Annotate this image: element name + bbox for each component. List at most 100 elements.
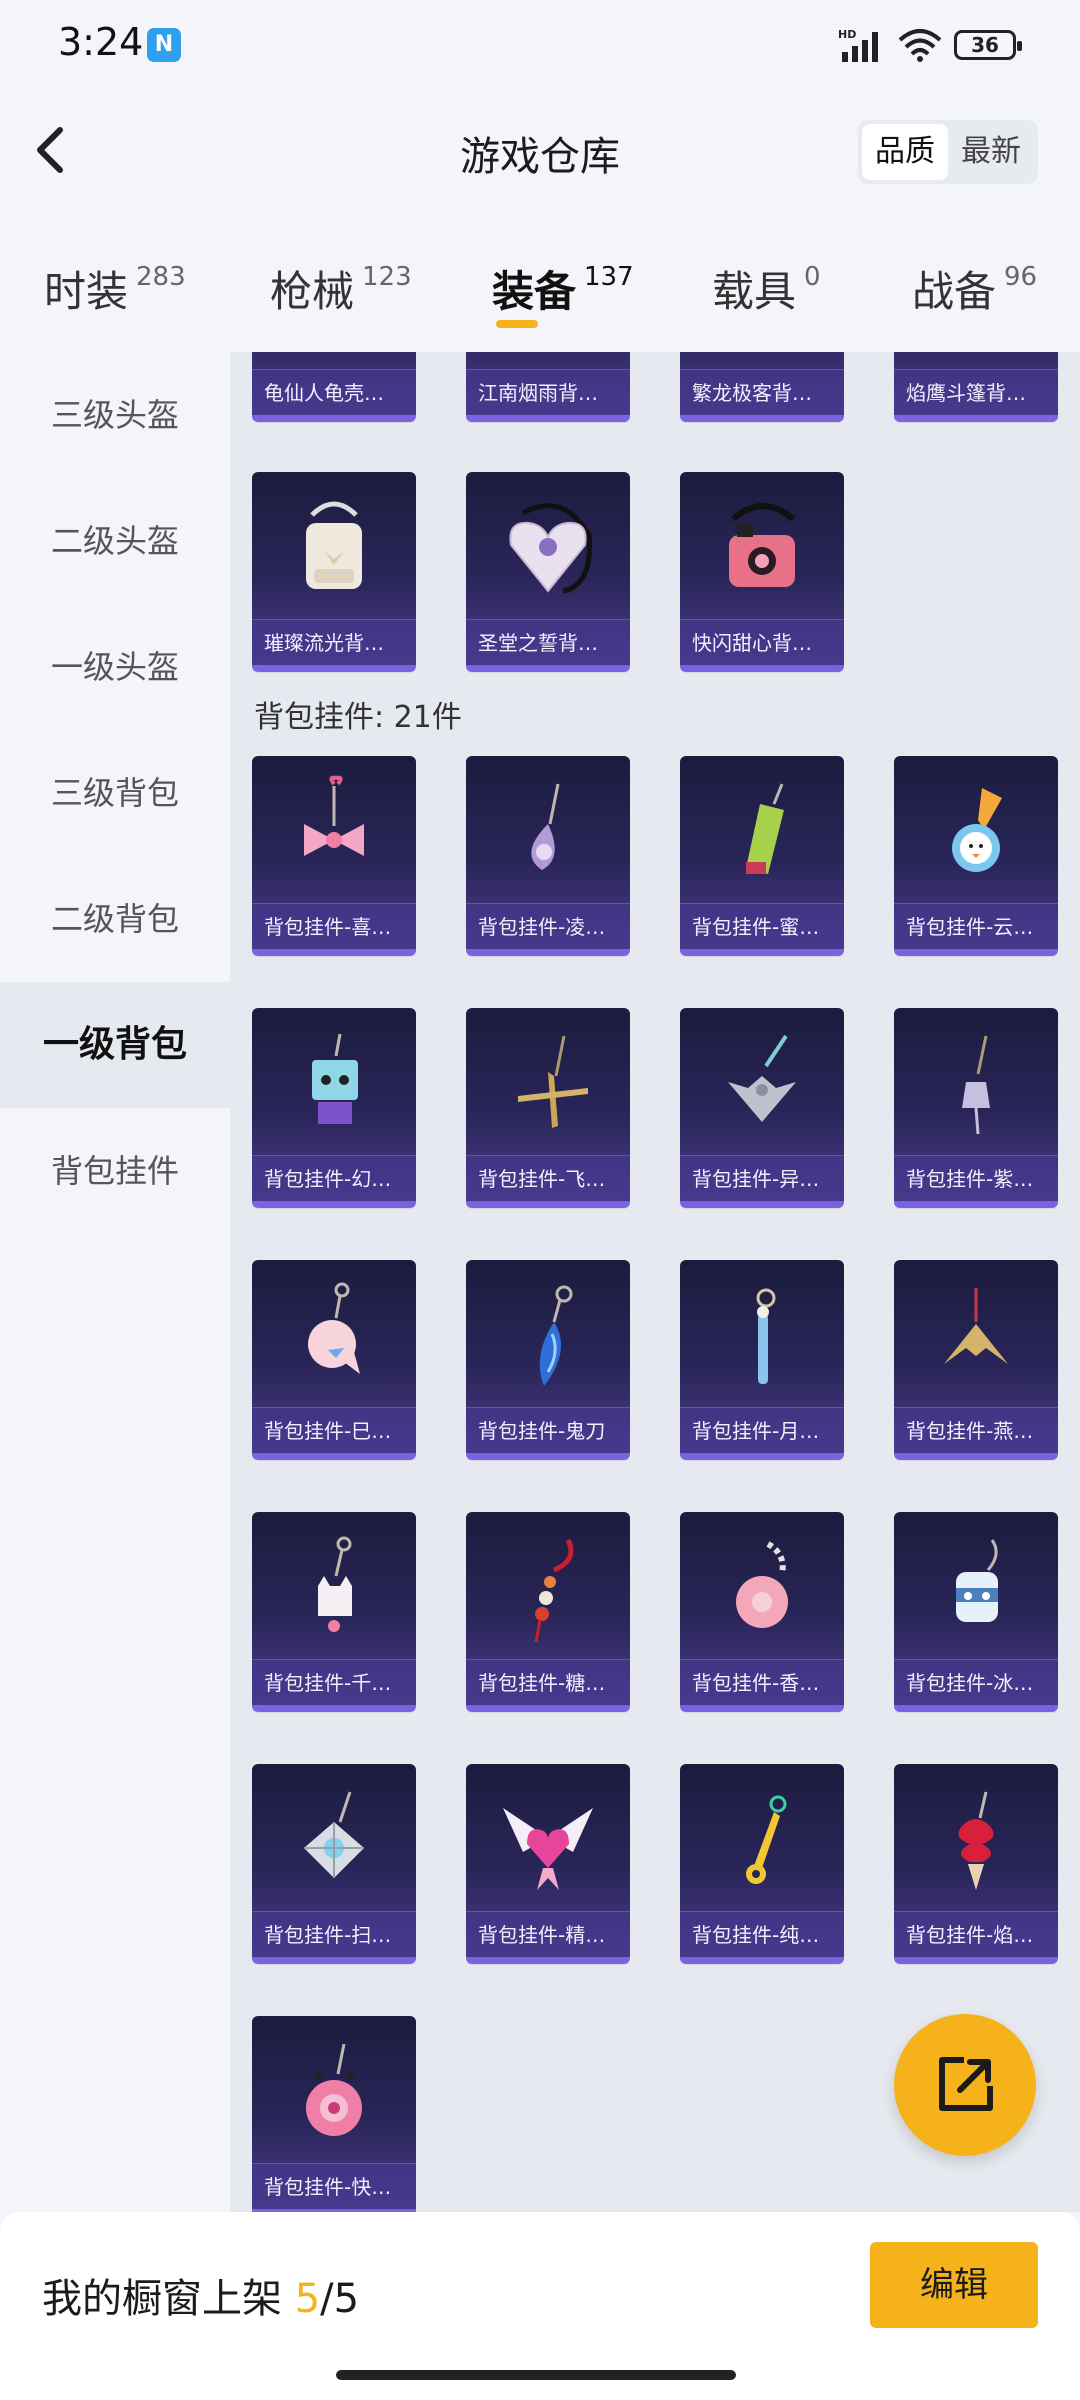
backpack-image	[252, 480, 416, 620]
item-card[interactable]: 背包挂件-幻…	[252, 1008, 416, 1208]
item-card[interactable]: 背包挂件-月…	[680, 1260, 844, 1460]
sidebar-item-backpack-3[interactable]: 三级背包	[0, 730, 230, 856]
item-card[interactable]: 背包挂件-异…	[680, 1008, 844, 1208]
item-card[interactable]: 背包挂件-精…	[466, 1764, 630, 1964]
item-card[interactable]: 璀璨流光背…	[252, 472, 416, 672]
item-name: 背包挂件-飞…	[466, 1155, 630, 1201]
sidebar-item-backpack-2[interactable]: 二级背包	[0, 856, 230, 982]
wifi-icon	[898, 29, 942, 62]
item-card[interactable]: 背包挂件-香…	[680, 1512, 844, 1712]
item-card[interactable]: 背包挂件-蜜…	[680, 756, 844, 956]
charm-image	[466, 764, 630, 904]
item-card[interactable]: 背包挂件-千…	[252, 1512, 416, 1712]
charm-image	[680, 764, 844, 904]
home-indicator[interactable]	[336, 2370, 736, 2380]
active-tab-indicator	[496, 320, 538, 328]
charm-image	[680, 1772, 844, 1912]
item-name: 背包挂件-快…	[252, 2163, 416, 2209]
item-name: 背包挂件-燕…	[894, 1407, 1058, 1453]
charm-image	[466, 1268, 630, 1408]
header: 游戏仓库 品质 最新	[0, 90, 1080, 210]
item-name: 背包挂件-扫…	[252, 1911, 416, 1957]
item-card[interactable]: 背包挂件-巳…	[252, 1260, 416, 1460]
sort-quality-option[interactable]: 品质	[862, 124, 948, 180]
tab-label: 时装	[44, 267, 129, 316]
tab-fashion[interactable]: 时装 283	[44, 258, 186, 319]
item-name: 背包挂件-凌…	[466, 903, 630, 949]
item-card[interactable]: 背包挂件-凌…	[466, 756, 630, 956]
item-card[interactable]: 快闪甜心背…	[680, 472, 844, 672]
charm-image	[894, 1520, 1058, 1660]
charm-image	[252, 764, 416, 904]
tab-vehicles[interactable]: 载具 0	[712, 258, 821, 319]
item-name: 快闪甜心背…	[680, 619, 844, 665]
item-name: 背包挂件-香…	[680, 1659, 844, 1705]
charm-image	[252, 1520, 416, 1660]
signal-icon: HD	[838, 28, 878, 62]
item-card[interactable]: 背包挂件-云…	[894, 756, 1058, 956]
item-name: 背包挂件-异…	[680, 1155, 844, 1201]
sidebar-item-backpack-1[interactable]: 一级背包	[0, 982, 230, 1108]
tab-supplies[interactable]: 战备 96	[912, 258, 1037, 319]
status-time: 3:24	[58, 20, 144, 64]
tab-label: 装备	[492, 267, 577, 316]
charm-image	[894, 1268, 1058, 1408]
item-card[interactable]: 背包挂件-扫…	[252, 1764, 416, 1964]
item-name: 繁龙极客背…	[680, 369, 844, 415]
item-name: 背包挂件-云…	[894, 903, 1058, 949]
share-button[interactable]	[894, 2014, 1036, 2156]
charm-image	[680, 1520, 844, 1660]
item-name: 圣堂之誓背…	[466, 619, 630, 665]
item-name: 江南烟雨背…	[466, 369, 630, 415]
item-name: 背包挂件-月…	[680, 1407, 844, 1453]
sidebar-item-backpack-charms[interactable]: 背包挂件	[0, 1108, 230, 1234]
charm-image	[894, 1016, 1058, 1156]
sort-toggle: 品质 最新	[858, 120, 1038, 184]
item-card[interactable]: 背包挂件-鬼刀	[466, 1260, 630, 1460]
item-card[interactable]: 圣堂之誓背…	[466, 472, 630, 672]
item-card[interactable]: 背包挂件-紫…	[894, 1008, 1058, 1208]
item-name: 背包挂件-纯…	[680, 1911, 844, 1957]
charm-image	[252, 2024, 416, 2164]
sidebar: 三级头盔 二级头盔 一级头盔 三级背包 二级背包 一级背包 背包挂件	[0, 352, 230, 2212]
item-name: 背包挂件-糖…	[466, 1659, 630, 1705]
sidebar-item-helmet-2[interactable]: 二级头盔	[0, 478, 230, 604]
tab-guns[interactable]: 枪械 123	[270, 258, 412, 319]
item-card[interactable]: 背包挂件-燕…	[894, 1260, 1058, 1460]
showcase-current-count: 5	[294, 2276, 321, 2322]
item-name: 背包挂件-鬼刀	[466, 1407, 630, 1453]
sort-latest-option[interactable]: 最新	[948, 124, 1034, 180]
item-card[interactable]: 焰鹰斗篷背…	[894, 352, 1058, 422]
item-card[interactable]: 背包挂件-纯…	[680, 1764, 844, 1964]
sidebar-item-helmet-3[interactable]: 三级头盔	[0, 352, 230, 478]
item-card[interactable]: 龟仙人龟壳…	[252, 352, 416, 422]
item-card[interactable]: 背包挂件-冰…	[894, 1512, 1058, 1712]
item-card[interactable]: 江南烟雨背…	[466, 352, 630, 422]
item-card[interactable]: 背包挂件-喜…	[252, 756, 416, 956]
item-name: 背包挂件-巳…	[252, 1407, 416, 1453]
tab-equipment[interactable]: 装备 137	[492, 258, 634, 319]
nfc-icon: N	[147, 28, 181, 62]
charm-image	[466, 1520, 630, 1660]
item-card[interactable]: 背包挂件-焰…	[894, 1764, 1058, 1964]
tab-count: 0	[804, 262, 821, 292]
category-tabs: 时装 283 枪械 123 装备 137 载具 0 战备 96	[0, 240, 1080, 350]
item-card[interactable]: 背包挂件-快…	[252, 2016, 416, 2212]
battery-icon: 36	[954, 30, 1022, 60]
item-name: 背包挂件-千…	[252, 1659, 416, 1705]
tab-count: 123	[362, 262, 412, 292]
sidebar-item-helmet-1[interactable]: 一级头盔	[0, 604, 230, 730]
item-card[interactable]: 背包挂件-飞…	[466, 1008, 630, 1208]
item-name: 背包挂件-喜…	[252, 903, 416, 949]
charm-image	[466, 1772, 630, 1912]
charm-image	[894, 764, 1058, 904]
charm-image	[680, 1268, 844, 1408]
edit-button[interactable]: 编辑	[870, 2242, 1038, 2328]
item-name: 背包挂件-冰…	[894, 1659, 1058, 1705]
tab-label: 枪械	[270, 267, 355, 316]
item-grid: 龟仙人龟壳… 江南烟雨背… 繁龙极客背… 焰鹰斗篷背… 璀璨流光背… 圣堂之誓背…	[230, 352, 1080, 2212]
charm-image	[680, 1016, 844, 1156]
item-name: 璀璨流光背…	[252, 619, 416, 665]
item-card[interactable]: 背包挂件-糖…	[466, 1512, 630, 1712]
item-card[interactable]: 繁龙极客背…	[680, 352, 844, 422]
